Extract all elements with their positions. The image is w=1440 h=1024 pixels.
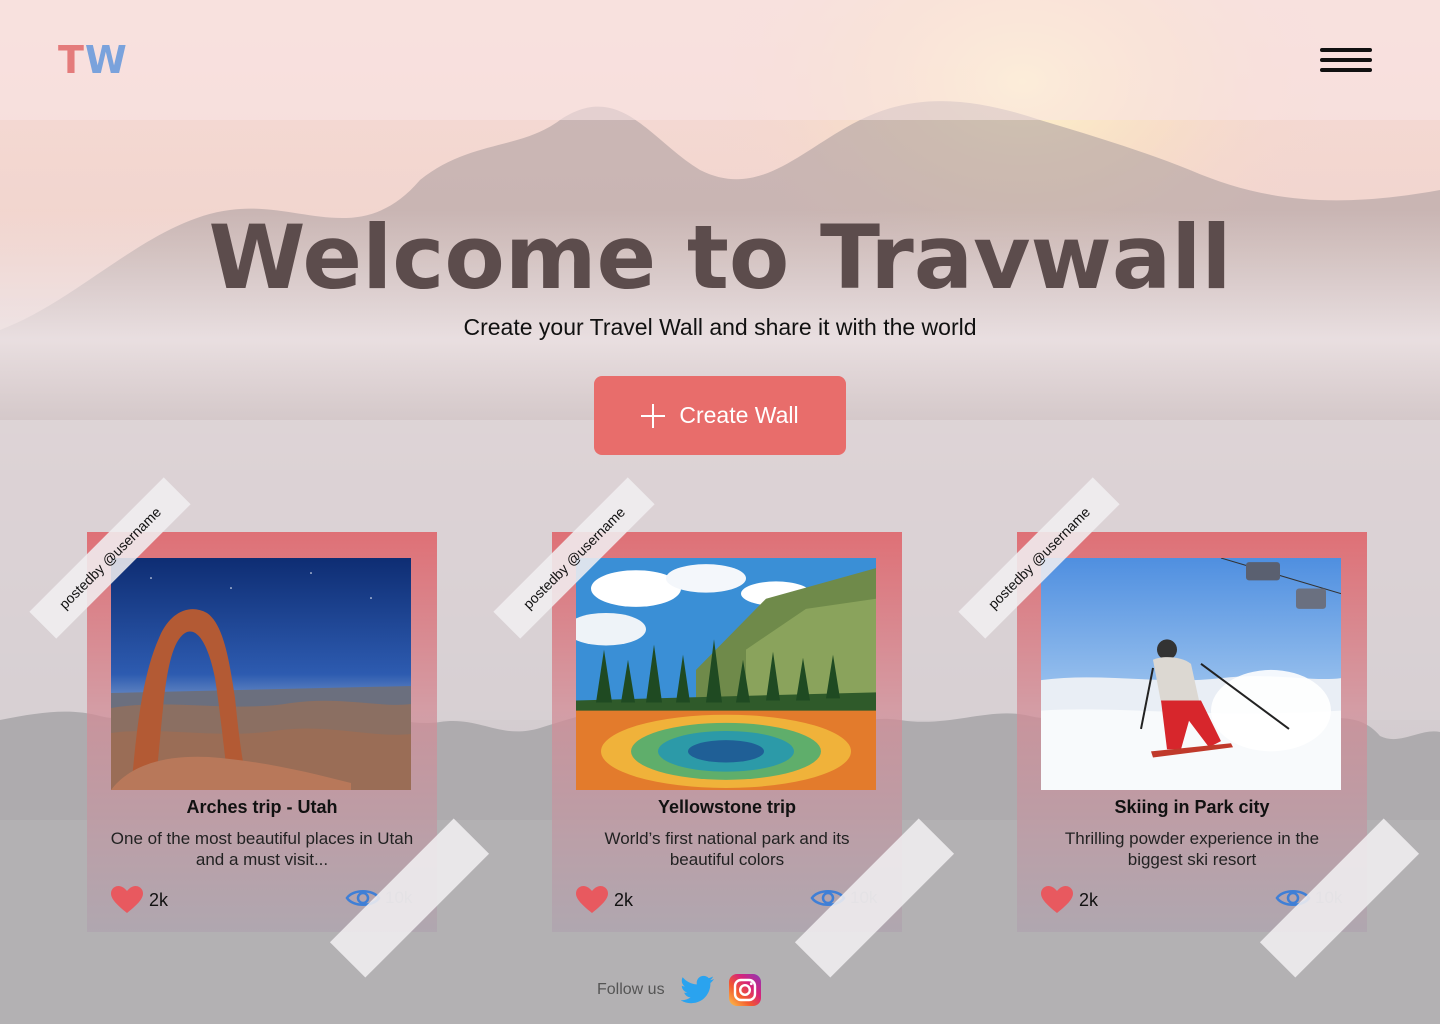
instagram-icon[interactable] <box>728 974 761 1006</box>
heart-icon <box>111 886 143 913</box>
plus-icon <box>641 403 666 428</box>
wall-card[interactable]: Arches trip - Utah One of the most beaut… <box>87 532 437 932</box>
wall-card[interactable]: Yellowstone trip World’s first national … <box>552 532 902 932</box>
heart-icon <box>1041 886 1073 913</box>
create-wall-label: Create Wall <box>679 402 799 428</box>
twitter-icon[interactable] <box>680 975 715 1005</box>
card-photo-skiing[interactable] <box>1041 558 1341 790</box>
card-photo-arches[interactable] <box>111 558 411 790</box>
card-description: One of the most beautiful places in Utah… <box>110 829 414 869</box>
like-count: 2k <box>1079 889 1099 910</box>
travwall-logo[interactable]: TW <box>58 38 128 82</box>
heart-icon <box>576 886 608 913</box>
follow-us-bar: Follow us <box>597 972 761 1008</box>
card-title[interactable]: Arches trip - Utah <box>87 797 437 818</box>
card-title[interactable]: Skiing in Park city <box>1017 797 1367 818</box>
logo-letter-t: T <box>58 38 85 82</box>
hero-subtitle: Create your Travel Wall and share it wit… <box>463 314 977 340</box>
like-button[interactable]: 2k <box>576 886 633 914</box>
hero-title: Welcome to Travwall <box>208 206 1232 309</box>
hamburger-menu-icon[interactable] <box>1316 44 1374 78</box>
like-count: 2k <box>149 889 169 910</box>
card-description: World’s first national park and its beau… <box>604 829 850 869</box>
wall-card[interactable]: Skiing in Park city Thrilling powder exp… <box>1017 532 1367 932</box>
like-count: 2k <box>614 889 634 910</box>
like-button[interactable]: 2k <box>1041 886 1098 914</box>
top-navbar: TW <box>0 0 1440 120</box>
logo-letter-w: W <box>84 38 128 82</box>
card-description: Thrilling powder experience in the bigge… <box>1064 829 1320 869</box>
like-button[interactable]: 2k <box>111 886 168 914</box>
create-wall-button[interactable]: Create Wall <box>594 376 846 455</box>
card-photo-yellowstone[interactable] <box>576 558 876 790</box>
follow-us-label: Follow us <box>597 981 665 998</box>
card-title[interactable]: Yellowstone trip <box>552 797 902 818</box>
